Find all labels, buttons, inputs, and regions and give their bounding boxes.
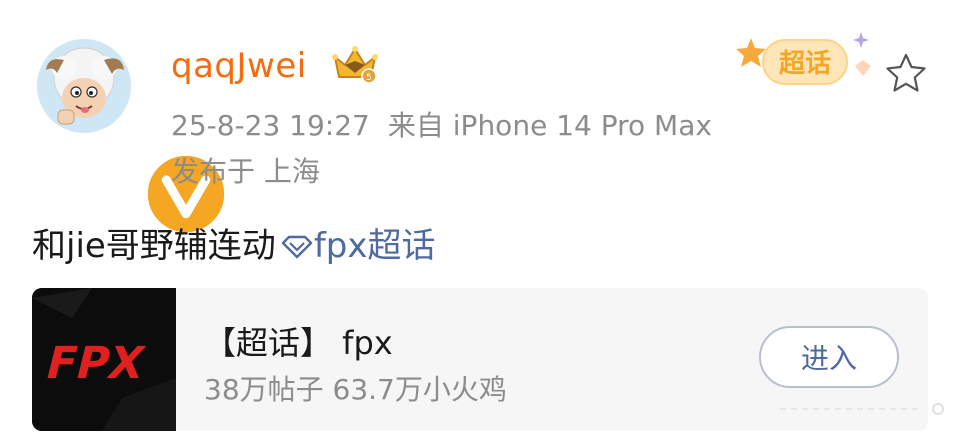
star-icon[interactable] xyxy=(883,50,929,96)
post-meta: 25-8-23 19:27 来自 iPhone 14 Pro Max xyxy=(171,104,712,144)
crown-level-badge-icon[interactable]: 5 xyxy=(331,43,379,85)
weibo-post: qaqJwei 5 25-8-23 19:27 来自 iPhone 14 Pro … xyxy=(0,0,960,436)
post-timestamp: 25-8-23 19:27 xyxy=(171,109,370,142)
avatar-image xyxy=(37,39,131,133)
avatar[interactable] xyxy=(36,38,233,241)
post-source[interactable]: 来自 iPhone 14 Pro Max xyxy=(388,109,712,142)
card-title: 【超话】 fpx xyxy=(204,324,393,362)
fpx-logo-text: FPX xyxy=(41,338,150,389)
fpx-logo-thumbnail: FPX xyxy=(32,288,176,431)
supertopic-diamond-icon xyxy=(280,228,314,259)
supertopic-badge-label: 超话 xyxy=(779,49,831,79)
post-text-body: 和jie哥野辅连动 xyxy=(32,226,276,266)
post-location: 发布于 上海 xyxy=(171,155,320,188)
watermark xyxy=(780,400,950,415)
verified-badge-icon xyxy=(138,146,233,241)
username[interactable]: qaqJwei xyxy=(171,46,307,86)
enter-button[interactable]: 进入 xyxy=(759,326,899,388)
topic-link[interactable]: fpx超话 xyxy=(276,226,436,266)
svg-text:5: 5 xyxy=(366,73,372,83)
card-stats: 38万帖子 63.7万小火鸡 xyxy=(204,373,507,406)
topic-link-text: fpx超话 xyxy=(313,226,436,266)
supertopic-badge[interactable]: 超话 xyxy=(733,20,883,98)
post-text: 和jie哥野辅连动 fpx超话 xyxy=(32,218,436,267)
